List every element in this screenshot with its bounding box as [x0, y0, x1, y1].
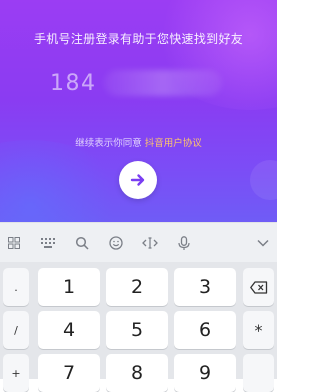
phone-blur-mask	[104, 70, 222, 96]
numeric-keypad: . / + 1 2 3 4 5 6 7 8 9 *	[0, 262, 277, 392]
key-plus[interactable]: +	[3, 354, 29, 392]
key-dot[interactable]: .	[3, 268, 29, 306]
chevron-down-icon[interactable]	[249, 223, 277, 263]
key-3[interactable]: 3	[174, 268, 236, 306]
grid-icon[interactable]	[0, 223, 28, 263]
emoji-icon[interactable]	[102, 223, 130, 263]
key-slash[interactable]: /	[3, 311, 29, 349]
microphone-icon[interactable]	[170, 223, 198, 263]
background-glow	[0, 140, 130, 222]
agreement-text: 继续表示你同意 抖音用户协议	[0, 135, 277, 149]
login-hero: 手机号注册登录有助于您快速找到好友 继续表示你同意 抖音用户协议	[0, 0, 277, 222]
cursor-icon[interactable]	[136, 223, 164, 263]
background-decoration	[250, 160, 277, 200]
key-multiply[interactable]: *	[243, 311, 274, 349]
keyboard-toolbar	[0, 222, 277, 263]
key-8[interactable]: 8	[106, 354, 168, 392]
key-2[interactable]: 2	[106, 268, 168, 306]
user-agreement-link[interactable]: 抖音用户协议	[145, 138, 202, 149]
key-1[interactable]: 1	[38, 268, 100, 306]
keyboard-icon[interactable]	[34, 223, 62, 263]
key-5[interactable]: 5	[106, 311, 168, 349]
key-right-extra[interactable]	[243, 354, 274, 392]
key-4[interactable]: 4	[38, 311, 100, 349]
key-7[interactable]: 7	[38, 354, 100, 392]
key-9[interactable]: 9	[174, 354, 236, 392]
key-6[interactable]: 6	[174, 311, 236, 349]
login-subtitle: 手机号注册登录有助于您快速找到好友	[33, 32, 244, 46]
search-icon[interactable]	[68, 223, 96, 263]
next-button[interactable]	[119, 161, 157, 199]
backspace-key[interactable]	[243, 268, 274, 306]
agreement-prefix: 继续表示你同意	[75, 138, 142, 149]
arrow-right-icon	[130, 174, 145, 186]
backspace-icon	[249, 280, 267, 294]
